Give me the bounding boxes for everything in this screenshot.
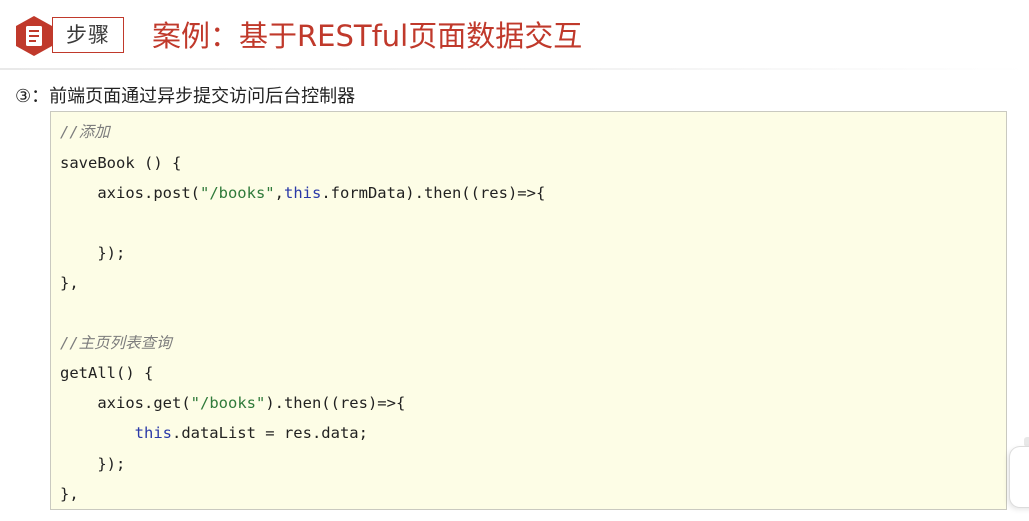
code-line-close-callback-2: }); (60, 455, 126, 473)
code-token: axios.post( (60, 184, 200, 202)
code-line-close-savebook: }, (60, 274, 79, 292)
code-string: "/books" (199, 184, 275, 202)
code-token: ).then((res)=>{ (265, 394, 406, 412)
code-line-assign: this.dataList = res.data; (60, 422, 368, 444)
code-token: axios.get( (60, 394, 191, 412)
side-panel-tab[interactable] (1024, 437, 1029, 447)
code-token: .formData).then((res)=>{ (321, 184, 546, 202)
code-line-savebook: saveBook () { (60, 154, 182, 172)
code-token: .dataList = res.data; (171, 424, 368, 442)
side-panel-handle[interactable] (1010, 447, 1029, 507)
code-comment-list: //主页列表查询 (60, 334, 172, 352)
code-line-close-callback: }); (60, 244, 126, 262)
code-line-close-getall: }, (60, 485, 79, 503)
code-line-axios-get: axios.get("/books").then((res)=>{ (60, 392, 405, 414)
code-token: , (274, 184, 284, 202)
slide-header: 步骤 案例：基于RESTful页面数据交互 (0, 0, 1029, 70)
header-divider (0, 68, 1029, 70)
code-comment-add: //添加 (60, 123, 110, 141)
code-line-axios-post: axios.post("/books",this.formData).then(… (60, 182, 545, 204)
code-keyword: this (134, 424, 172, 442)
code-block: //添加 saveBook () { axios.post("/books",t… (50, 111, 1007, 510)
step-description: ③：前端页面通过异步提交访问后台控制器 (15, 86, 356, 107)
code-string: "/books" (190, 394, 266, 412)
code-keyword: this (283, 184, 322, 202)
step-label: 步骤 (52, 17, 124, 53)
page-title: 案例：基于RESTful页面数据交互 (152, 19, 583, 53)
document-icon (16, 16, 52, 56)
code-line-getall: getAll() { (60, 364, 154, 382)
